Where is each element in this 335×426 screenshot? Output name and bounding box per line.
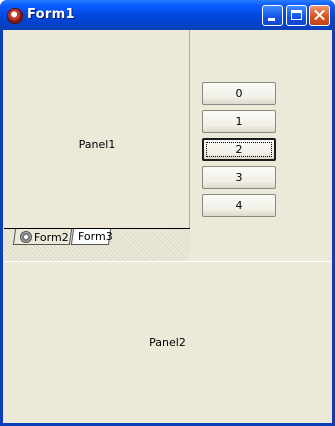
tab-form2-label: Form2 — [33, 231, 69, 244]
app-icon[interactable] — [7, 8, 23, 24]
gear-icon — [19, 231, 32, 243]
button-4[interactable]: 4 — [202, 194, 276, 217]
tab-form2[interactable]: Form2 — [12, 229, 73, 245]
maximize-icon — [291, 10, 302, 20]
button-0[interactable]: 0 — [202, 82, 276, 105]
close-icon — [310, 6, 329, 25]
button-2[interactable]: 2 — [202, 138, 276, 161]
maximize-button[interactable] — [286, 5, 307, 26]
minimize-icon — [268, 18, 275, 21]
tab-form3-label: Form3 — [77, 230, 113, 243]
button-1[interactable]: 1 — [202, 110, 276, 133]
minimize-button[interactable] — [262, 5, 283, 26]
button-column: 0 1 2 3 4 — [191, 30, 332, 261]
client-area: Panel1 Form2 Form3 0 1 2 3 4 Panel2 — [3, 30, 332, 423]
panel1-label: Panel1 — [78, 138, 116, 151]
button-3[interactable]: 3 — [202, 166, 276, 189]
panel2-label: Panel2 — [149, 336, 186, 349]
panel2: Panel2 — [4, 261, 331, 423]
main-window: Form1 Panel1 Form2 Form3 0 1 2 3 4 Panel… — [0, 0, 335, 426]
panel1: Panel1 — [4, 30, 190, 261]
focus-ring — [206, 142, 272, 157]
close-button[interactable] — [309, 5, 330, 26]
window-title: Form1 — [27, 7, 75, 22]
tab-bar: Form2 Form3 — [4, 228, 190, 262]
tab-form3[interactable]: Form3 — [70, 229, 113, 245]
title-bar[interactable]: Form1 — [0, 0, 335, 30]
